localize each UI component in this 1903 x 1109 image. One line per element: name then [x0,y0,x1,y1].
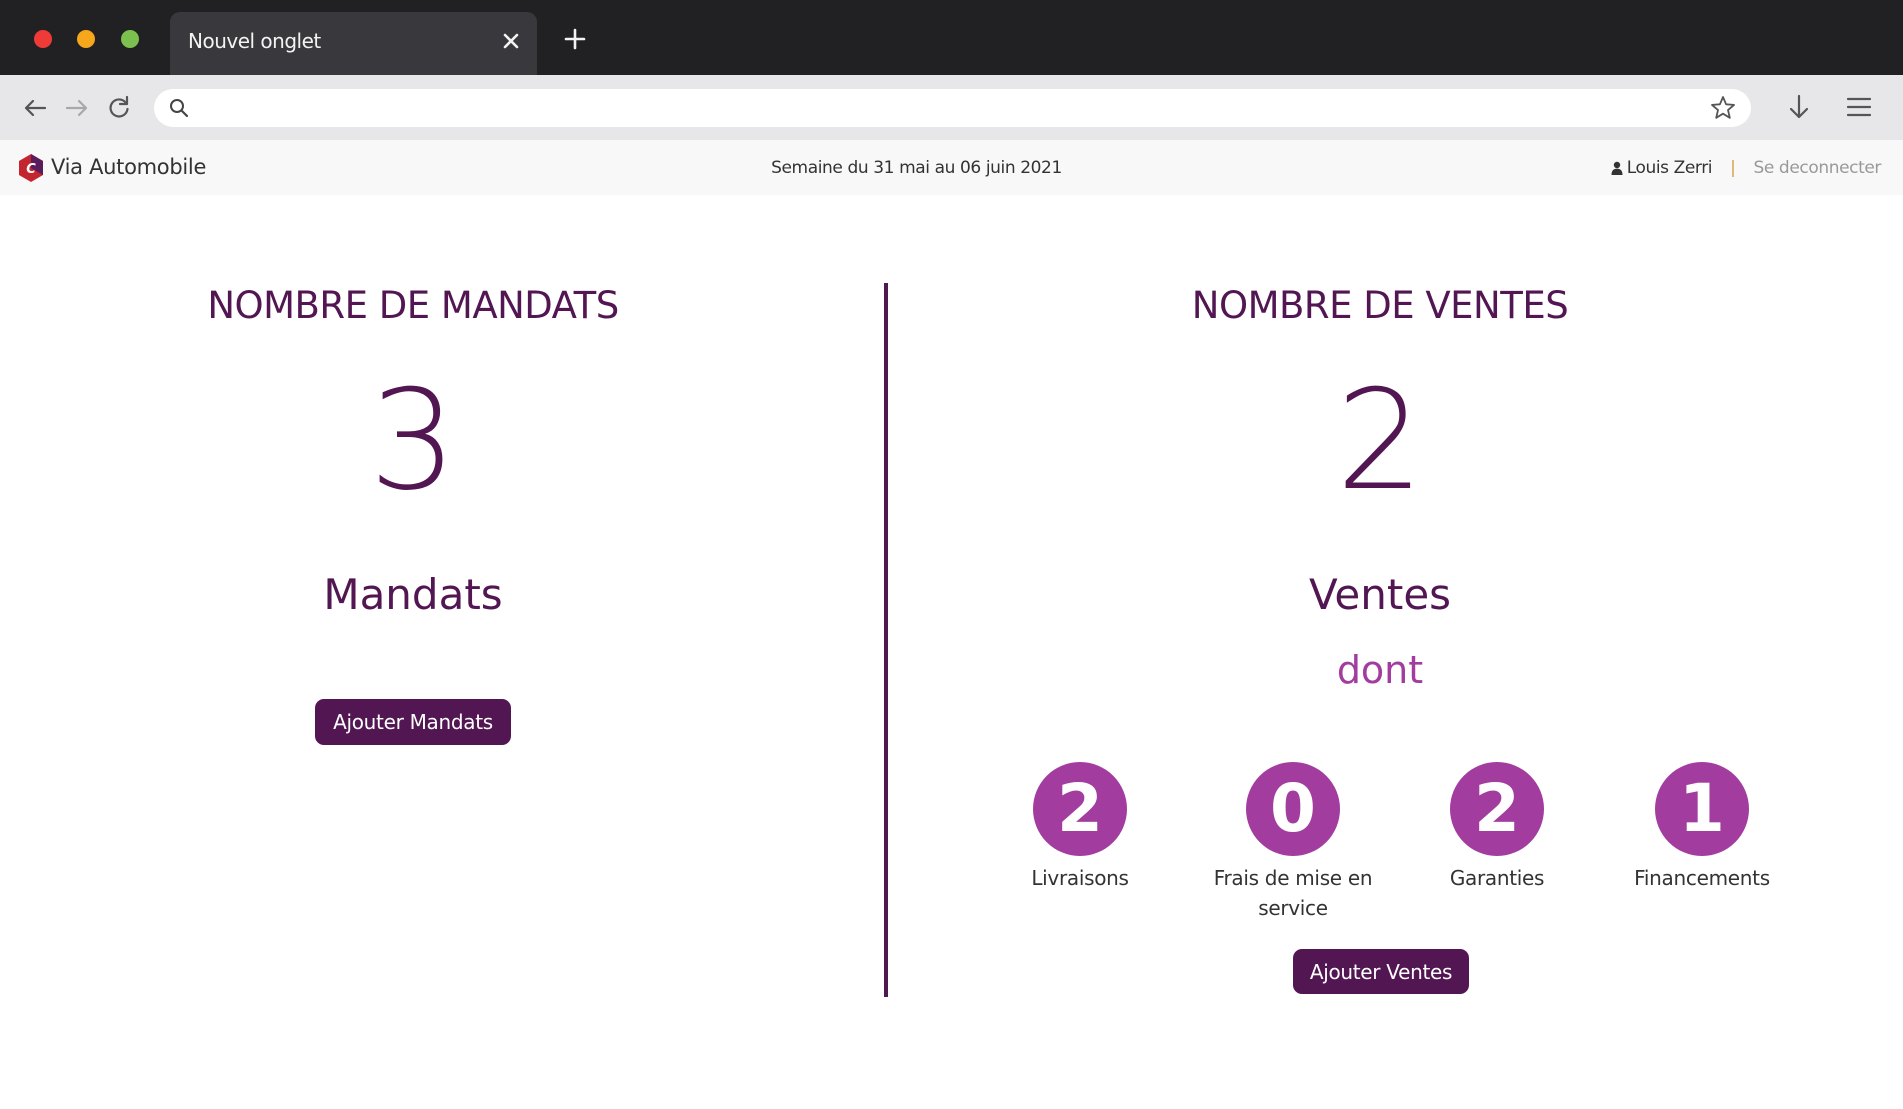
address-bar[interactable] [154,89,1751,127]
app-header: C Via Automobile Semaine du 31 mai au 06… [0,140,1903,195]
minimize-window-button[interactable] [77,30,95,48]
search-icon [170,99,189,118]
stat-label: Livraisons [1031,866,1129,890]
download-icon[interactable] [1783,91,1815,123]
ventes-label: Ventes [1308,570,1452,619]
mandats-label: Mandats [323,570,503,619]
stat-financements: 1 Financements [1612,762,1792,893]
stat-livraisons: 2 Livraisons [990,762,1170,893]
add-ventes-button[interactable]: Ajouter Ventes [1293,949,1469,994]
panel-divider [884,283,888,997]
mandats-count: 3 [369,360,457,521]
header-separator: | [1730,158,1736,178]
reload-icon[interactable] [104,93,134,123]
stat-value-badge: 0 [1246,762,1340,856]
forward-arrow-icon[interactable] [62,93,92,123]
url-input[interactable] [204,93,1684,123]
ventes-title: NOMBRE DE VENTES [1191,284,1569,327]
maximize-window-button[interactable] [121,30,139,48]
mandats-title: NOMBRE DE MANDATS [207,284,619,327]
stat-label: Financements [1634,866,1770,890]
close-window-button[interactable] [34,30,52,48]
tab-title: Nouvel onglet [188,29,321,53]
stat-frais-mise-en-service: 0 Frais de mise en service [1203,762,1383,923]
stat-value-badge: 2 [1033,762,1127,856]
ventes-dont-label: dont [1336,648,1424,692]
user-name: Louis Zerri [1626,158,1713,178]
bookmark-star-icon[interactable] [1709,94,1737,122]
hamburger-menu-icon[interactable] [1844,92,1874,122]
browser-tab[interactable]: Nouvel onglet [170,12,537,75]
close-tab-icon[interactable] [499,29,523,53]
add-mandats-button[interactable]: Ajouter Mandats [315,699,511,745]
stat-label: Garanties [1449,866,1545,890]
back-arrow-icon[interactable] [20,93,50,123]
new-tab-icon[interactable] [563,27,587,51]
stat-value-badge: 1 [1655,762,1749,856]
user-menu: Louis Zerri | Se deconnecter [1611,158,1881,178]
browser-nav-bar [0,75,1903,140]
ventes-count: 2 [1336,360,1424,521]
week-label: Semaine du 31 mai au 06 juin 2021 [771,158,1062,178]
user-icon [1611,161,1623,175]
stat-garanties: 2 Garanties [1407,762,1587,893]
stat-value-badge: 2 [1450,762,1544,856]
logout-link[interactable]: Se deconnecter [1753,158,1881,178]
browser-tab-bar: Nouvel onglet [0,0,1903,75]
stat-label: Frais de mise en service [1213,866,1373,920]
